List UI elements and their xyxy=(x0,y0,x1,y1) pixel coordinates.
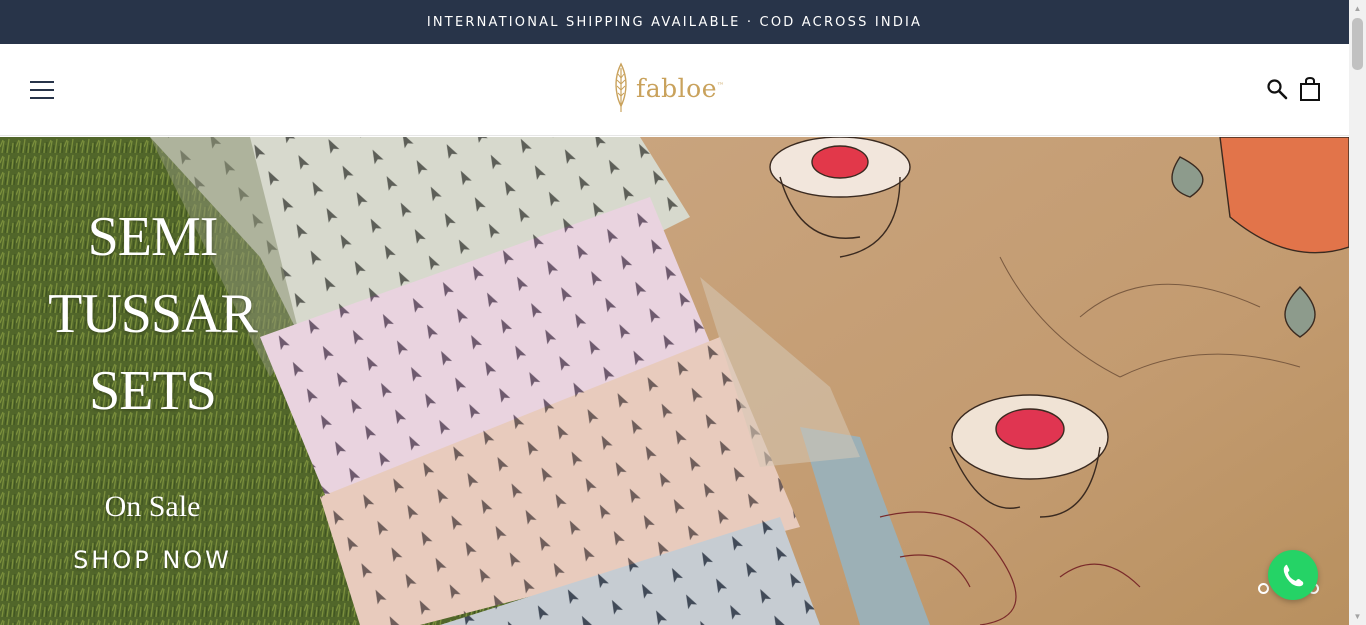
scroll-up-arrow-icon[interactable]: ▲ xyxy=(1349,0,1366,17)
hero-title-line1: SEMI xyxy=(87,206,219,268)
page-scrollbar[interactable]: ▲ ▼ xyxy=(1349,0,1366,625)
hero-title-line2: TUSSAR xyxy=(48,283,258,345)
announcement-text: INTERNATIONAL SHIPPING AVAILABLE · COD A… xyxy=(426,14,923,30)
logo-trademark: ™ xyxy=(717,81,725,90)
whatsapp-icon xyxy=(1283,564,1304,587)
shop-now-link[interactable]: SHOP NOW xyxy=(0,546,305,574)
hero-title-line3: SETS xyxy=(89,360,217,422)
hero-sale-text: On Sale xyxy=(104,490,201,523)
announcement-bar: INTERNATIONAL SHIPPING AVAILABLE · COD A… xyxy=(0,0,1349,44)
slide-dot-1[interactable] xyxy=(1258,583,1269,594)
hero-banner[interactable]: SEMI TUSSAR SETS On Sale SHOP NOW xyxy=(0,137,1349,625)
site-logo[interactable]: fabloe™ xyxy=(612,60,725,116)
hero-title: SEMI TUSSAR SETS xyxy=(0,199,305,430)
whatsapp-chat-button[interactable] xyxy=(1268,550,1318,600)
logo-text: fabloe™ xyxy=(636,73,725,103)
search-icon[interactable] xyxy=(1266,78,1288,100)
shopping-bag-icon[interactable] xyxy=(1298,77,1322,101)
hamburger-menu-icon[interactable] xyxy=(30,81,54,99)
scroll-down-arrow-icon[interactable]: ▼ xyxy=(1349,608,1366,625)
site-header: fabloe™ xyxy=(0,44,1349,136)
scroll-thumb[interactable] xyxy=(1352,18,1363,70)
logo-leaf-icon xyxy=(615,62,627,112)
